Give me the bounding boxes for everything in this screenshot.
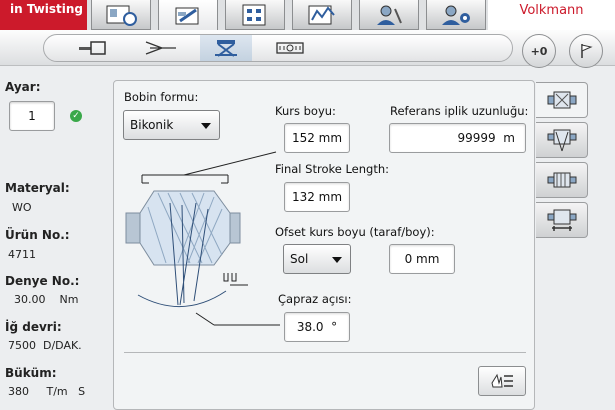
bobbin-diagram <box>125 151 280 326</box>
bukum-label: Büküm: <box>5 366 57 380</box>
subtab-bobbin-side[interactable] <box>68 35 120 61</box>
bobin-formu-value: Bikonik <box>130 118 174 132</box>
yarn-twist-icon <box>145 41 176 55</box>
bobbin-front-icon <box>547 91 576 109</box>
ofset-label: Ofset kurs boyu (taraf/boy): <box>275 225 435 239</box>
ofset-input[interactable]: 0 mm <box>389 244 455 274</box>
tab-grid-settings[interactable] <box>225 0 285 30</box>
spindle-edit-icon <box>175 7 199 25</box>
bobin-formu-select[interactable]: Bikonik <box>123 110 220 140</box>
tab-graph-chart[interactable] <box>292 0 352 30</box>
plus-zero-button[interactable]: +0 <box>522 34 556 68</box>
kurs-boyu-input[interactable]: 152 mm <box>284 123 350 153</box>
urun-no-label: Ürün No.: <box>5 228 70 242</box>
capraz-input[interactable]: 38.0 ° <box>284 312 350 342</box>
bukum-value: 380 T/m S <box>8 385 86 398</box>
ig-devri-label: İğ devri: <box>5 320 62 334</box>
measure-tape-icon <box>276 42 304 54</box>
hand-list-button[interactable] <box>478 366 526 396</box>
ofset-select-value: Sol <box>290 252 309 266</box>
denye-no-label: Denye No.: <box>5 274 80 288</box>
cross-wind-icon <box>215 40 237 57</box>
final-stroke-input[interactable]: 132 mm <box>284 182 350 212</box>
tab-user-settings[interactable] <box>426 0 486 30</box>
referans-input[interactable]: 99999 m <box>389 123 526 153</box>
bobbin-side-icon <box>79 41 106 55</box>
kurs-boyu-label: Kurs boyu: <box>275 104 336 118</box>
graph-chart-icon <box>308 5 335 24</box>
ayar-label: Ayar: <box>5 80 41 94</box>
sidetab-bobbin-stand[interactable] <box>536 202 588 238</box>
materyal-label: Materyal: <box>5 181 70 195</box>
tab-spindle-edit[interactable] <box>158 0 218 32</box>
ig-devri-value: 7500 D/DAK. <box>8 339 82 352</box>
chevron-down-icon <box>332 257 342 263</box>
hand-list-icon <box>491 373 513 388</box>
company-logo: Volkmann <box>488 0 615 30</box>
sidetab-bobbin-roll[interactable] <box>536 162 588 198</box>
ofset-select[interactable]: Sol <box>283 244 351 274</box>
tab-user-tools[interactable] <box>359 0 419 30</box>
referans-label: Referans iplik uzunluğu: <box>390 104 529 118</box>
subtab-cross-wind[interactable] <box>200 35 252 61</box>
tab-machine-refresh[interactable] <box>91 0 151 30</box>
bobin-formu-label: Bobin formu: <box>124 90 199 104</box>
subtab-yarn-twist[interactable] <box>135 35 187 61</box>
user-tools-icon <box>377 5 402 25</box>
sidetab-bobbin-front[interactable] <box>536 82 588 118</box>
bobbin-roll-icon <box>547 172 576 188</box>
panel-divider <box>124 352 526 353</box>
capraz-label: Çapraz açısı: <box>278 292 352 306</box>
machine-refresh-icon <box>106 5 137 26</box>
subtab-measure-tape[interactable] <box>265 35 317 61</box>
grid-settings-icon <box>242 4 266 25</box>
denye-no-value: 30.00 Nm <box>14 293 79 306</box>
chevron-down-icon <box>201 123 211 129</box>
bobbin-stand-icon <box>547 209 576 231</box>
urun-no-value: 4711 <box>8 248 36 261</box>
user-settings-icon <box>442 5 470 25</box>
bobbin-cross-icon <box>547 129 576 152</box>
ayar-input[interactable]: 1 <box>9 101 55 131</box>
ok-check-icon: ✓ <box>70 110 82 122</box>
flag-icon <box>581 44 593 58</box>
plus-zero-icon: +0 <box>530 44 548 58</box>
flag-button[interactable] <box>569 34 603 68</box>
sidetab-bobbin-cross[interactable] <box>536 122 588 158</box>
final-stroke-label: Final Stroke Length: <box>275 162 390 176</box>
materyal-value: WO <box>12 201 32 214</box>
brand-label: in Twisting <box>0 0 87 30</box>
